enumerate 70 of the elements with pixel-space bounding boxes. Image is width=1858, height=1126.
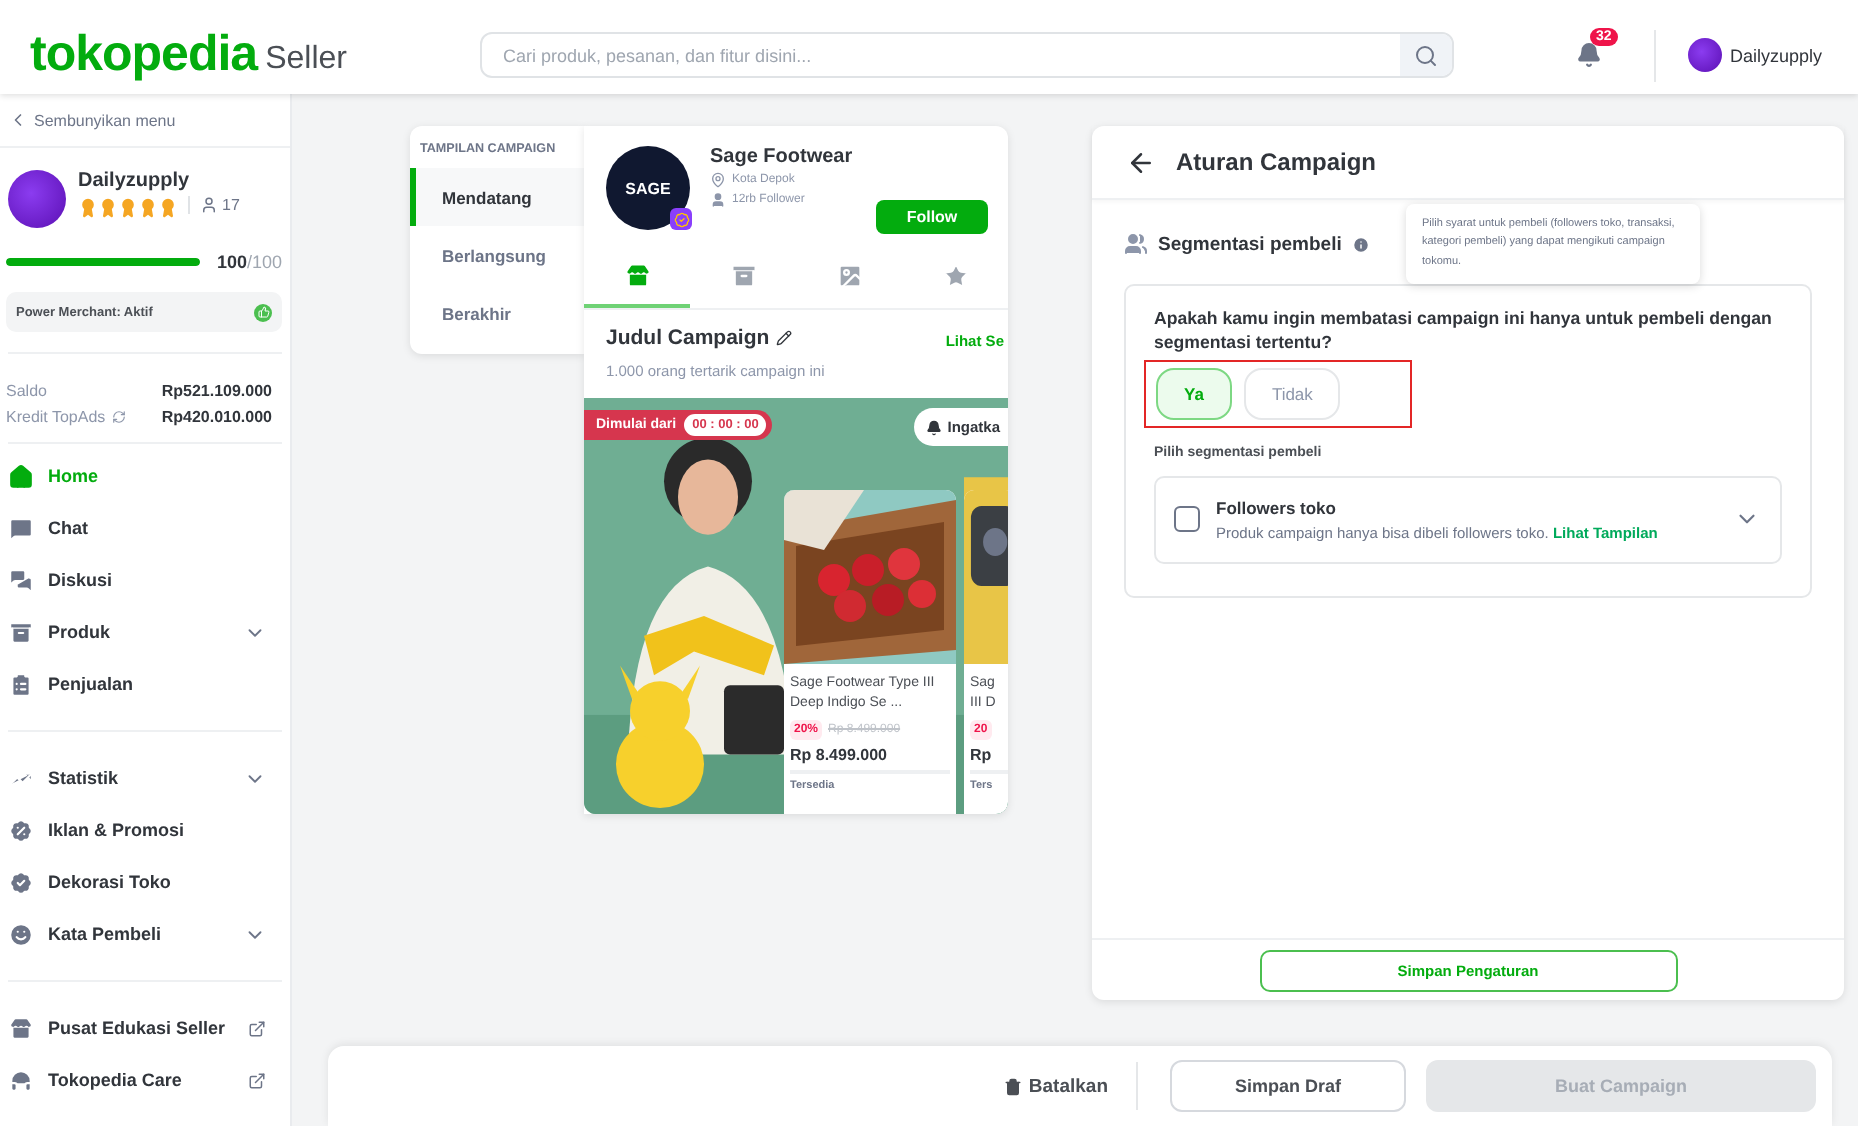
view-tab[interactable]: Mendatang: [410, 168, 584, 226]
medal-icon: [78, 198, 98, 218]
section-title: Segmentasi pembeli: [1158, 233, 1342, 255]
smile-icon: [8, 921, 34, 947]
nav-item[interactable]: Pusat Edukasi Seller: [0, 1002, 290, 1054]
user-name[interactable]: Dailyzupply: [1729, 45, 1822, 65]
hide-menu-button[interactable]: Sembunyikan menu: [0, 94, 290, 148]
medal-icon: [158, 198, 178, 218]
follower-count: 17: [222, 196, 240, 214]
trash-icon: [1004, 1077, 1023, 1095]
balance-label: Saldo: [6, 382, 47, 400]
chat-bubbles-icon: [8, 567, 34, 593]
nav-item[interactable]: Kata Pembeli: [0, 908, 290, 960]
medal-icon: [98, 198, 118, 218]
external-link-icon: [248, 1019, 266, 1037]
search-field[interactable]: Cari produk, pesanan, dan fitur disini...: [480, 32, 1455, 78]
chat-icon: [8, 515, 34, 541]
medal-icon: [118, 198, 138, 218]
info-icon[interactable]: [1351, 235, 1370, 253]
option-title: Followers toko: [1216, 497, 1338, 518]
logo-suffix: Seller: [265, 41, 347, 77]
user-icon: [200, 196, 218, 214]
nav-item[interactable]: Produk: [0, 606, 290, 658]
nav-item[interactable]: Iklan & Promosi: [0, 804, 290, 856]
refresh-icon[interactable]: [111, 410, 126, 424]
store-icon: [623, 261, 651, 289]
store-icon: [8, 1015, 34, 1041]
nav-item[interactable]: Penjualan: [0, 658, 290, 710]
star-icon: [941, 261, 969, 289]
shop-logo: SAGE: [606, 146, 690, 230]
nav-item[interactable]: Statistik: [0, 752, 290, 804]
nav-item[interactable]: Dekorasi Toko: [0, 856, 290, 908]
cancel-button[interactable]: Batalkan: [1004, 1075, 1136, 1097]
thumbs-up-icon: [254, 303, 272, 321]
archive-icon: [729, 261, 757, 289]
shop-avatar: [8, 170, 66, 228]
home-icon: [8, 463, 34, 489]
verified-icon: [670, 208, 692, 230]
balance-value: Rp521.109.000: [161, 382, 272, 400]
score-text: 100/100: [216, 252, 282, 272]
image-icon: [835, 261, 863, 289]
nav-item[interactable]: Tokopedia Care: [0, 1054, 290, 1106]
balance-label: Kredit TopAds: [6, 408, 106, 426]
bell-icon[interactable]: [1575, 42, 1602, 68]
nav-item[interactable]: Diskusi: [0, 554, 290, 606]
view-tab[interactable]: Berakhir: [410, 284, 584, 342]
users-icon: [1124, 232, 1148, 256]
headset-icon: [8, 1067, 34, 1093]
badge-icon: [8, 817, 34, 843]
save-draft-button[interactable]: Simpan Draf: [1170, 1060, 1406, 1112]
panel-title: Aturan Campaign: [1176, 148, 1377, 176]
shop-title: Sage Footwear: [710, 146, 855, 168]
check-badge-icon: [8, 869, 34, 895]
clipboard-icon: [8, 671, 34, 697]
pin-icon: [710, 172, 726, 188]
checkbox[interactable]: [1174, 506, 1200, 533]
shop-name: Dailyzupply: [78, 170, 192, 192]
nav-item[interactable]: Chat: [0, 502, 290, 554]
campaign-title: Judul Campaign: [606, 326, 770, 350]
external-link-icon: [248, 1071, 266, 1089]
view-tab[interactable]: Berlangsung: [410, 226, 584, 284]
user-icon: [710, 192, 726, 208]
balance-value: Rp420.010.000: [161, 408, 272, 426]
archive-icon: [8, 619, 34, 645]
user-avatar[interactable]: [1687, 38, 1722, 72]
search-icon: [1414, 43, 1439, 67]
medal-icon: [138, 198, 158, 218]
pencil-icon[interactable]: [775, 330, 792, 346]
search-button[interactable]: [1400, 34, 1453, 76]
question-text: Apakah kamu ingin membatasi campaign ini hanya untuk pembeli dengan segmentasi tertentu?: [1154, 306, 1774, 356]
